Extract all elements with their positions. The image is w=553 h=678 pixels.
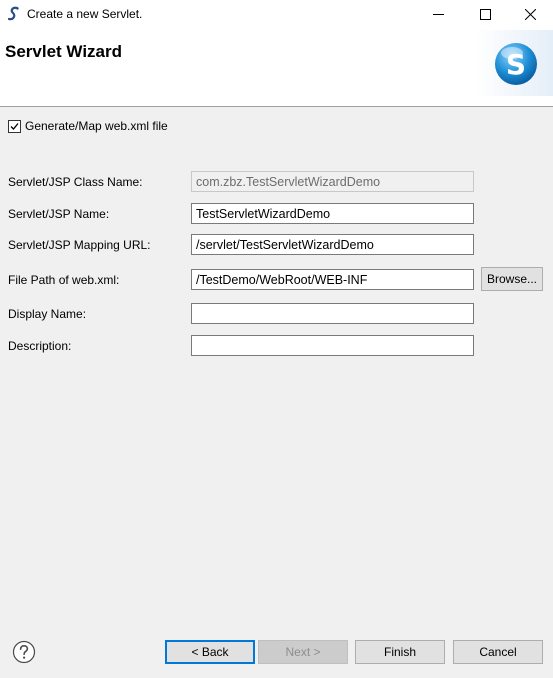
next-button[interactable]: Next > bbox=[258, 640, 348, 664]
page-title: Servlet Wizard bbox=[5, 42, 122, 61]
minimize-button[interactable] bbox=[415, 0, 461, 28]
finish-button[interactable]: Finish bbox=[355, 640, 445, 664]
mapping-url-field[interactable] bbox=[191, 234, 474, 255]
servlet-name-field[interactable] bbox=[191, 203, 474, 224]
class-name-field bbox=[191, 171, 474, 192]
window-title: Create a new Servlet. bbox=[27, 7, 143, 21]
browse-button[interactable]: Browse... bbox=[481, 267, 543, 291]
description-field[interactable] bbox=[191, 335, 474, 356]
mapping-url-label: Servlet/JSP Mapping URL: bbox=[8, 238, 151, 252]
maximize-button[interactable] bbox=[462, 0, 508, 28]
close-button[interactable] bbox=[507, 0, 553, 28]
servlet-logo-icon: S bbox=[476, 30, 553, 96]
description-label: Description: bbox=[8, 339, 72, 353]
svg-text:S: S bbox=[506, 48, 526, 81]
eclipse-servlet-icon bbox=[7, 6, 19, 21]
display-name-label: Display Name: bbox=[8, 307, 87, 321]
web-xml-path-label: File Path of web.xml: bbox=[8, 273, 120, 287]
window-titlebar: Create a new Servlet. bbox=[0, 0, 553, 28]
minimize-icon bbox=[432, 13, 444, 15]
maximize-icon bbox=[479, 8, 491, 20]
generate-map-label: Generate/Map web.xml file bbox=[25, 119, 168, 133]
help-icon[interactable] bbox=[12, 640, 36, 664]
close-icon bbox=[524, 8, 536, 20]
generate-map-option[interactable]: Generate/Map web.xml file bbox=[8, 119, 168, 133]
generate-map-checkbox[interactable] bbox=[8, 119, 21, 133]
servlet-name-label: Servlet/JSP Name: bbox=[8, 207, 110, 221]
class-name-label: Servlet/JSP Class Name: bbox=[8, 175, 143, 189]
back-button[interactable]: < Back bbox=[165, 640, 255, 664]
web-xml-path-field[interactable] bbox=[191, 269, 474, 290]
wizard-banner: Servlet Wizard S bbox=[0, 28, 553, 107]
display-name-field[interactable] bbox=[191, 303, 474, 324]
checkmark-icon bbox=[10, 122, 19, 130]
cancel-button[interactable]: Cancel bbox=[453, 640, 543, 664]
